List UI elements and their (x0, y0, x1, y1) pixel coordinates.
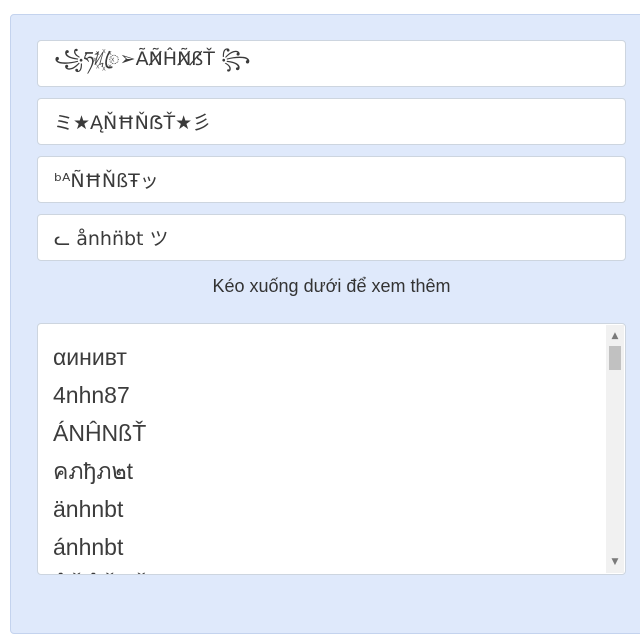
styled-name-text: ミ★ĄŇĦŇẞŤ★彡 (54, 112, 212, 134)
list-item[interactable]: änhnbt (53, 490, 601, 528)
list-item[interactable]: αинивт (53, 338, 601, 376)
list-item[interactable]: ánhnbt (53, 528, 601, 566)
list-item[interactable]: คภђภ๒t (53, 452, 601, 490)
styled-name-box-1[interactable]: ꧁ཧᜰ꙰ꦿ➢ÃÑ̸ĤÑ̸ß̸Ť ꧂ (37, 40, 626, 87)
list-item[interactable]: 4nhn87 (53, 376, 601, 414)
scroll-up-arrow-icon[interactable]: ▲ (606, 327, 624, 345)
styled-name-text: ᵇᴬÑĦŇßŦッ (54, 170, 159, 192)
scroll-thumb[interactable] (609, 346, 621, 370)
name-list-content: αинивт 4nhn87 ÁNĤNßŤ คภђภ๒t änhnbt ánhnb… (53, 338, 601, 574)
styled-name-text: ꧁ཧᜰ꙰ꦿ➢ÃÑ̸ĤÑ̸ß̸Ť ꧂ (54, 47, 251, 70)
list-item[interactable]: ÁNĤNßŤ (53, 414, 601, 452)
scroll-hint: Kéo xuống dưới để xem thêm (212, 276, 451, 296)
list-scrollbar[interactable]: ▲ ▼ (606, 325, 624, 573)
scroll-down-arrow-icon[interactable]: ▼ (606, 553, 624, 571)
styled-name-box-2[interactable]: ミ★ĄŇĦŇẞŤ★彡 (37, 98, 626, 145)
styled-name-box-4[interactable]: ᓚ ånhn̈bt ツ (37, 214, 626, 261)
styled-name-box-3[interactable]: ᵇᴬÑĦŇßŦッ (37, 156, 626, 203)
name-list[interactable]: αинивт 4nhn87 ÁNĤNßŤ คภђภ๒t änhnbt ánhnb… (37, 323, 626, 575)
list-item[interactable]: ÂŇĤŇẞŤ (53, 566, 601, 574)
styled-name-text: ᓚ ånhn̈bt ツ (54, 228, 169, 250)
